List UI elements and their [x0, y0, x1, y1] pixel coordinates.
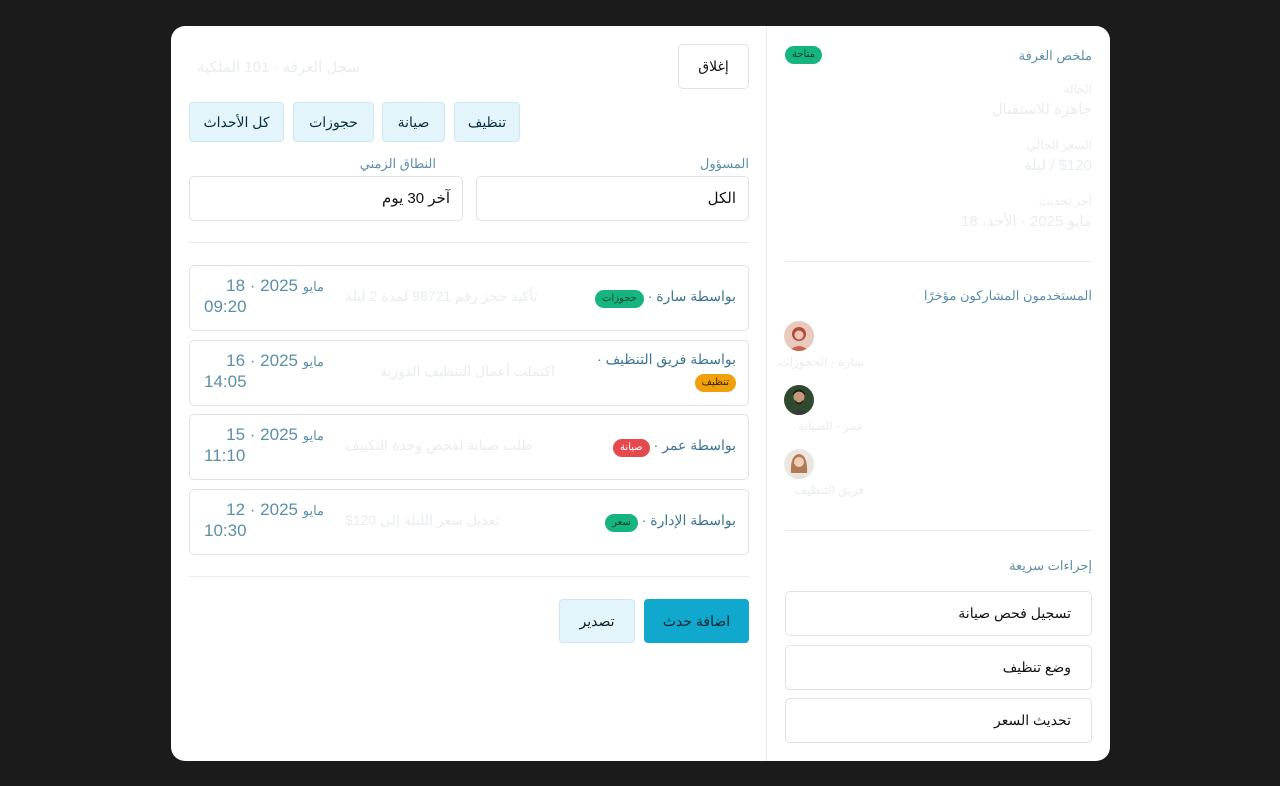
event-month: مايو — [302, 354, 324, 369]
event-description: اكتملت أعمال التنظيف الدورية — [380, 363, 555, 379]
divider — [785, 261, 1092, 262]
add-event-button[interactable]: اضافة حدث — [644, 599, 749, 643]
event-author: بواسطة فريق التنظيف · — [597, 351, 736, 367]
room-log-dialog: ملخص الغرفة متاحة الحالة جاهزة للاستقبال… — [171, 26, 1110, 761]
time-range-select[interactable]: آخر 30 يوم — [189, 176, 463, 221]
event-description: تعديل سعر الليلة إلى 120$ — [345, 512, 500, 528]
user-item[interactable]: عمر - الصيانة — [784, 385, 1092, 435]
owner-filter-label: المسؤول — [699, 156, 749, 171]
event-month: مايو — [302, 503, 324, 518]
event-time: 11:10 — [204, 446, 246, 465]
event-meta: بواسطة عمر · صيانة — [613, 437, 736, 457]
tab-bookings[interactable]: حجوزات — [293, 102, 374, 142]
summary-field-label: الحالة — [1063, 82, 1092, 96]
event-type-badge: حجوزات — [595, 290, 644, 308]
event-date: مايو 2025 · 12 10:30 — [204, 500, 324, 541]
event-meta: بواسطة الإدارة · سعر — [605, 512, 736, 532]
user-name: عمر - الصيانة — [798, 419, 864, 433]
event-year-day: 2025 · 12 — [226, 500, 298, 519]
room-log-main: إغلاق سجل الغرفة · 101 الملكية كل الأحدا… — [171, 26, 766, 761]
log-maintenance-check-button[interactable]: تسجيل فحص صيانة — [785, 591, 1092, 636]
time-range-label: النطاق الزمني — [359, 156, 436, 171]
room-summary-header: ملخص الغرفة متاحة — [785, 44, 1092, 70]
event-author: بواسطة سارة · — [647, 288, 736, 304]
event-type-badge: تنظيف — [694, 374, 736, 392]
summary-field-price: السعر الحالي $120 / ليلة — [1024, 138, 1092, 174]
event-month: مايو — [302, 279, 324, 294]
user-name: فريق التنظيف — [794, 483, 864, 497]
tab-cleaning[interactable]: تنظيف — [454, 102, 520, 142]
event-description: طلب صيانة لفحص وحدة التكييف — [345, 437, 533, 453]
close-button[interactable]: إغلاق — [678, 44, 749, 89]
event-time: 09:20 — [204, 297, 247, 316]
event-item[interactable]: بواسطة فريق التنظيف · تنظيف اكتملت أعمال… — [189, 340, 749, 406]
event-date: مايو 2025 · 18 09:20 — [204, 276, 324, 317]
event-year-day: 2025 · 15 — [226, 425, 298, 444]
event-type-badge: سعر — [605, 514, 638, 532]
status-badge: متاحة — [785, 46, 822, 64]
update-price-button[interactable]: تحديث السعر — [785, 698, 1092, 743]
event-time: 10:30 — [204, 521, 247, 540]
summary-field-value: مايو 2025 · الأحد، 18 — [961, 213, 1092, 230]
avatar — [784, 385, 814, 415]
event-time: 14:05 — [204, 372, 247, 391]
user-name: سارة - الحجوزات — [778, 355, 864, 369]
event-author: بواسطة الإدارة · — [641, 512, 736, 528]
user-item[interactable]: فريق التنظيف — [784, 449, 1092, 499]
event-author: بواسطة عمر · — [653, 437, 736, 453]
event-month: مايو — [302, 428, 324, 443]
event-item[interactable]: بواسطة عمر · صيانة طلب صيانة لفحص وحدة ا… — [189, 414, 749, 480]
event-meta: بواسطة سارة · حجوزات — [595, 288, 736, 308]
summary-field-value: $120 / ليلة — [1024, 157, 1092, 174]
event-item[interactable]: بواسطة الإدارة · سعر تعديل سعر الليلة إل… — [189, 489, 749, 555]
page-title: سجل الغرفة · 101 الملكية — [197, 59, 361, 76]
recent-users-title: المستخدمون المشاركون مؤخرًا — [923, 288, 1092, 303]
divider — [189, 576, 749, 577]
event-type-badge: صيانة — [613, 439, 650, 457]
event-meta: بواسطة فريق التنظيف · تنظيف — [597, 351, 736, 392]
summary-field-value: جاهزة للاستقبال — [991, 101, 1092, 118]
summary-field-label: آخر تحديث — [1038, 194, 1092, 208]
avatar — [784, 449, 814, 479]
room-summary-title: ملخص الغرفة — [1018, 48, 1092, 63]
event-year-day: 2025 · 18 — [226, 276, 298, 295]
cleaning-mode-button[interactable]: وضع تنظيف — [785, 645, 1092, 690]
export-button[interactable]: تصدير — [559, 599, 635, 643]
event-date: مايو 2025 · 16 14:05 — [204, 351, 324, 392]
event-description: تأكيد حجز رقم 98721 لمدة 2 ليلة — [345, 288, 538, 304]
divider — [189, 242, 749, 243]
event-date: مايو 2025 · 15 11:10 — [204, 425, 324, 466]
summary-field-label: السعر الحالي — [1026, 138, 1093, 152]
event-item[interactable]: بواسطة سارة · حجوزات تأكيد حجز رقم 98721… — [189, 265, 749, 331]
tab-maintenance[interactable]: صيانة — [382, 102, 445, 142]
summary-field-updated: آخر تحديث مايو 2025 · الأحد، 18 — [961, 194, 1092, 230]
user-item[interactable]: سارة - الحجوزات — [778, 321, 1092, 371]
event-year-day: 2025 · 16 — [226, 351, 298, 370]
summary-field-status: الحالة جاهزة للاستقبال — [992, 82, 1092, 118]
avatar — [784, 321, 814, 351]
owner-select[interactable]: الكل — [476, 176, 749, 221]
tab-all-events[interactable]: كل الأحداث — [189, 102, 284, 142]
divider — [785, 530, 1092, 531]
quick-actions-title: إجراءات سريعة — [1009, 558, 1092, 573]
room-sidebar: ملخص الغرفة متاحة الحالة جاهزة للاستقبال… — [766, 26, 1110, 761]
